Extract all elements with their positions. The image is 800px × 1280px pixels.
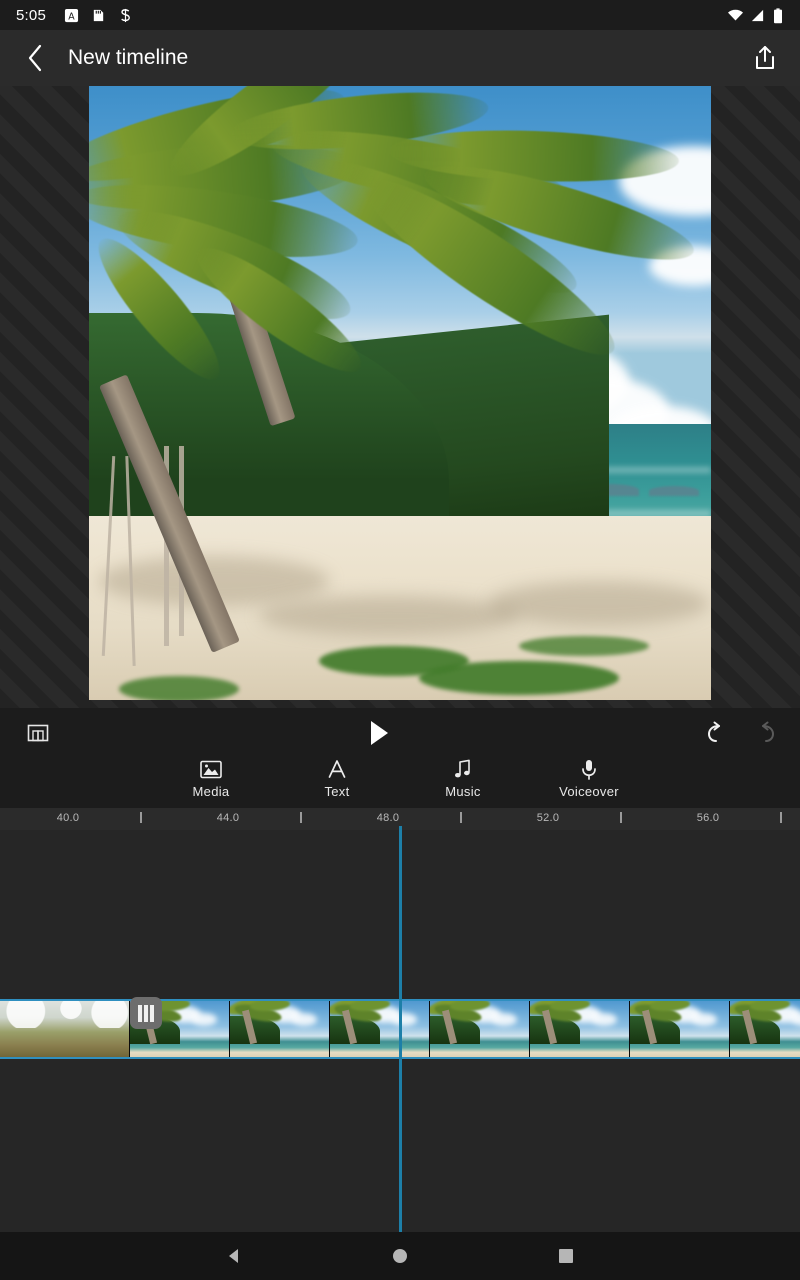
tool-music[interactable]: Music: [423, 758, 503, 799]
clip-thumbnail[interactable]: [730, 1000, 800, 1058]
ruler-label: 52.0: [536, 812, 560, 824]
wifi-icon: [727, 8, 743, 23]
play-icon: [371, 721, 388, 745]
transition-bar: [138, 1004, 142, 1022]
nav-home-button[interactable]: [377, 1233, 423, 1279]
redo-button[interactable]: [752, 718, 782, 748]
ruler-tick: [460, 812, 462, 823]
microphone-icon: [580, 758, 598, 780]
video-preview[interactable]: [89, 86, 711, 700]
clip-thumbnail[interactable]: [530, 1000, 630, 1058]
svg-text:A: A: [68, 11, 75, 22]
transition-handle-button[interactable]: [130, 997, 162, 1029]
video-editor-screen: 5:05 A New timeline Media Text Music Voi…: [0, 0, 800, 1280]
page-title: New timeline: [68, 46, 189, 69]
preview-area: [0, 86, 800, 708]
chevron-left-icon: [28, 44, 42, 72]
status-bar-left-icons: A: [64, 8, 133, 23]
transition-bar: [150, 1004, 154, 1022]
sand-shadow: [259, 596, 519, 636]
ruler-label: 56.0: [696, 812, 720, 824]
status-bar-right-icons: [727, 7, 788, 23]
aspect-ratio-button[interactable]: [18, 722, 58, 744]
tool-voiceover-label: Voiceover: [559, 784, 619, 799]
undo-button[interactable]: [700, 718, 730, 748]
aspect-ratio-icon: [27, 724, 49, 742]
tool-media-label: Media: [192, 784, 230, 799]
cell-signal-icon: [750, 8, 765, 23]
tool-tabs: Media Text Music Voiceover: [0, 758, 800, 808]
battery-icon: [773, 7, 788, 23]
status-bar: 5:05 A: [0, 0, 800, 30]
nav-home-icon: [393, 1249, 407, 1263]
tool-media[interactable]: Media: [171, 758, 251, 799]
nav-recents-button[interactable]: [543, 1233, 589, 1279]
clip-thumbnail[interactable]: [430, 1000, 530, 1058]
android-nav-bar: [0, 1232, 800, 1280]
transition-icon: [138, 1004, 154, 1022]
tool-text-label: Text: [324, 784, 350, 799]
clip-thumbnail[interactable]: [0, 1000, 130, 1058]
ruler-label: 44.0: [216, 812, 240, 824]
playhead[interactable]: [399, 826, 402, 1232]
vine: [419, 661, 619, 695]
ruler-tick: [140, 812, 142, 823]
music-note-icon: [453, 758, 473, 780]
image-icon: [200, 758, 222, 780]
nav-back-icon: [229, 1249, 238, 1263]
undo-icon: [707, 721, 720, 742]
text-a-icon: [327, 758, 347, 780]
status-bar-clock: 5:05: [16, 6, 46, 24]
clip-thumbnail[interactable]: [630, 1000, 730, 1058]
nav-recents-icon: [559, 1249, 573, 1263]
nav-back-button[interactable]: [211, 1233, 257, 1279]
ruler-label: 40.0: [56, 812, 80, 824]
vine: [519, 636, 649, 656]
player-control-bar: [0, 708, 800, 758]
play-button[interactable]: [58, 720, 700, 746]
adb-icon: A: [64, 8, 79, 23]
app-header: New timeline: [0, 30, 800, 86]
clip-thumbnail[interactable]: [230, 1000, 330, 1058]
sand-shadow: [489, 581, 709, 626]
tool-text[interactable]: Text: [297, 758, 377, 799]
sd-card-icon: [91, 8, 106, 23]
share-button[interactable]: [748, 41, 782, 75]
ruler-label: 48.0: [376, 812, 400, 824]
ruler-tick: [620, 812, 622, 823]
share-icon: [756, 46, 774, 69]
history-controls: [700, 718, 782, 748]
back-button[interactable]: [18, 41, 52, 75]
redo-icon: [762, 721, 775, 742]
tool-music-label: Music: [445, 784, 481, 799]
screenshot-icon: [118, 8, 133, 23]
tool-voiceover[interactable]: Voiceover: [549, 758, 629, 799]
distant-island: [649, 486, 699, 496]
transition-bar: [144, 1004, 148, 1022]
ruler-tick: [780, 812, 782, 823]
ruler-tick: [300, 812, 302, 823]
clip-thumbnail[interactable]: [330, 1000, 430, 1058]
vine: [119, 676, 239, 700]
